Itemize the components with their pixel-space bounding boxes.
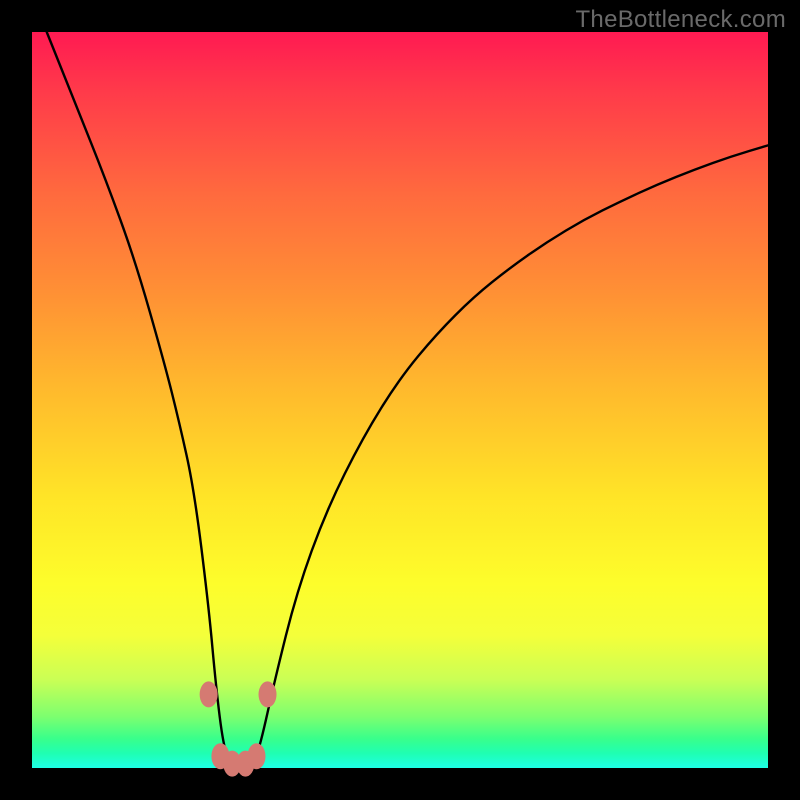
curve-marker <box>200 681 218 707</box>
curve-marker <box>247 743 265 769</box>
chart-svg <box>32 32 768 768</box>
outer-frame: TheBottleneck.com <box>0 0 800 800</box>
plot-area <box>32 32 768 768</box>
watermark-text: TheBottleneck.com <box>575 6 786 34</box>
curve-marker <box>259 681 277 707</box>
bottleneck-curve <box>47 32 768 768</box>
